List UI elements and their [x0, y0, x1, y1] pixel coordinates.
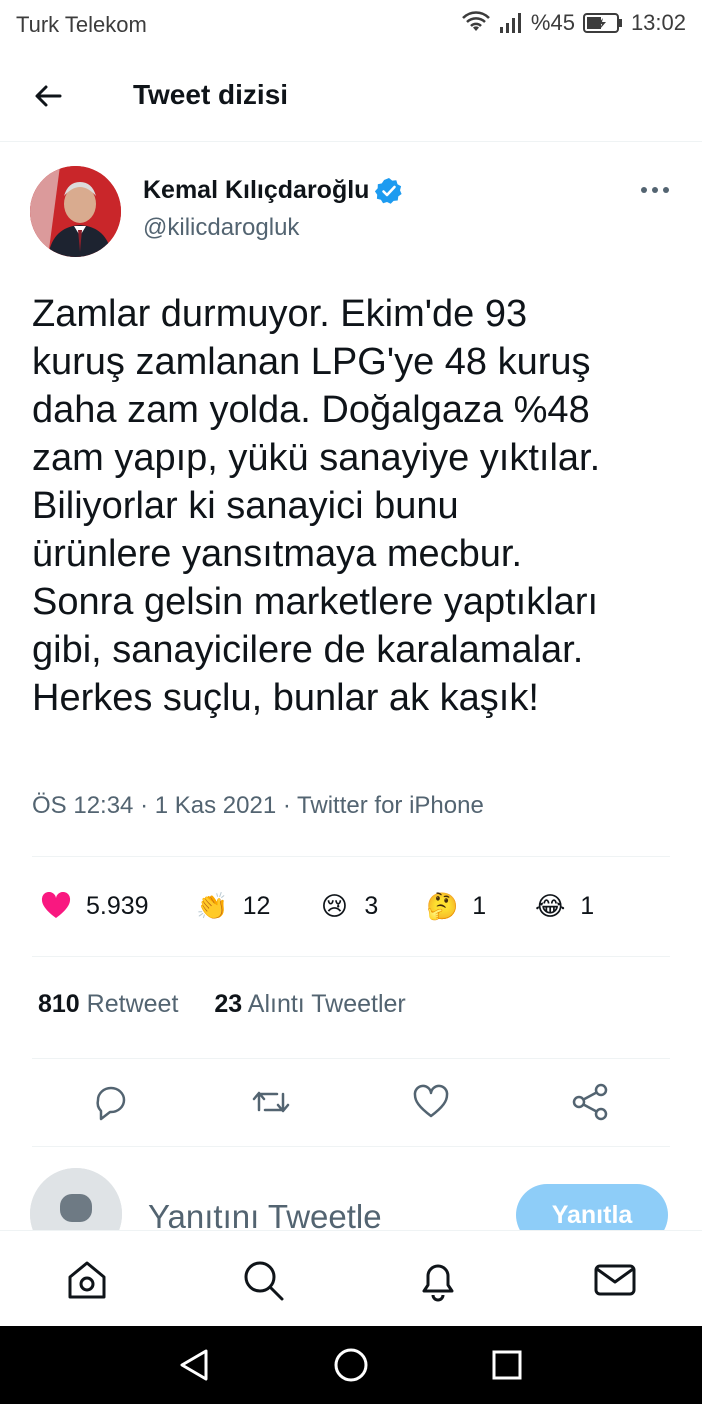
mail-icon: [594, 1264, 636, 1296]
clock: 13:02: [630, 10, 686, 35]
arrow-left-icon: [35, 85, 62, 107]
divider: [32, 1058, 670, 1059]
tweet-actions: [0, 1080, 702, 1128]
retweet-stat[interactable]: 810 Retweet: [38, 990, 178, 1019]
more-options-button[interactable]: [640, 180, 670, 200]
reply-input[interactable]: Yanıtını Tweetle: [148, 1198, 382, 1230]
more-horizontal-icon: [641, 187, 669, 193]
status-indicators: %45 13:02: [461, 10, 686, 36]
tweet-stats: 810 Retweet 23 Alıntı Tweetler: [38, 990, 406, 1019]
search-icon: [244, 1261, 284, 1301]
header: Tweet dizisi: [0, 50, 702, 142]
reply-composer: Yanıtını Tweetle Yanıtla: [0, 1146, 702, 1230]
nav-messages[interactable]: [592, 1257, 638, 1303]
bottom-navigation: [0, 1230, 702, 1326]
comment-icon: [96, 1086, 126, 1121]
reaction-heart[interactable]: 5.939: [40, 890, 149, 922]
battery-percent: %45: [530, 10, 575, 35]
system-home-button[interactable]: [332, 1346, 370, 1384]
reaction-count: 5.939: [86, 891, 149, 920]
retweet-count: 810: [38, 990, 80, 1018]
retweet-icon: [252, 1091, 290, 1113]
tweet-text: Zamlar durmuyor. Ekim'de 93 kuruş zamlan…: [32, 293, 601, 719]
retweet-button[interactable]: [249, 1080, 293, 1124]
like-button[interactable]: [409, 1080, 453, 1124]
clapping-hands-icon: 👏: [196, 891, 229, 921]
author-handle[interactable]: @kilicdarogluk: [143, 214, 299, 242]
back-button[interactable]: [30, 78, 66, 114]
carrier-name: Turk Telekom: [16, 12, 147, 37]
system-back-button[interactable]: [176, 1346, 214, 1384]
signal-icon: [499, 12, 523, 34]
bell-icon: [422, 1264, 454, 1302]
home-icon: [68, 1261, 106, 1299]
heart-icon: [40, 890, 72, 922]
reaction-count: 3: [364, 891, 379, 920]
system-recents-button[interactable]: [488, 1346, 526, 1384]
reaction-count: 12: [242, 891, 271, 920]
status-bar: Turk Telekom %45 13:02: [0, 0, 702, 50]
nav-notifications[interactable]: [415, 1257, 461, 1303]
tweet-meta: ÖS 12:34 · 1 Kas 2021 · Twitter for iPho…: [32, 792, 484, 819]
reaction-count: 1: [472, 891, 487, 920]
reply-submit-button[interactable]: Yanıtla: [516, 1184, 668, 1230]
circle-home-icon: [334, 1348, 368, 1382]
crying-face-icon: 😢: [320, 891, 348, 921]
share-icon: [572, 1083, 608, 1121]
laughing-face-icon: 😂: [534, 891, 566, 921]
quote-count: 23: [214, 990, 243, 1018]
reply-button[interactable]: [90, 1080, 134, 1124]
author-name[interactable]: Kemal Kılıçdaroğlu: [143, 176, 403, 205]
thinking-face-icon: 🤔: [426, 891, 459, 921]
battery-icon: [582, 12, 623, 34]
reactions-row[interactable]: 5.939 👏 12 😢 3 🤔 1 😂 1: [40, 886, 642, 926]
reaction-crying[interactable]: 😢 3: [318, 890, 378, 922]
avatar[interactable]: [30, 166, 121, 257]
nav-home[interactable]: [64, 1257, 110, 1303]
heart-icon: [413, 1084, 449, 1118]
retweet-label: Retweet: [86, 990, 179, 1018]
triangle-back-icon: [180, 1349, 208, 1381]
reaction-clap[interactable]: 👏 12: [196, 890, 271, 922]
share-button[interactable]: [569, 1080, 613, 1124]
reaction-thinking[interactable]: 🤔 1: [426, 890, 486, 922]
page-title: Tweet dizisi: [133, 79, 289, 110]
reaction-count: 1: [580, 891, 595, 920]
divider: [32, 856, 670, 857]
tweet-author: Kemal Kılıçdaroğlu @kilicdarogluk: [30, 166, 670, 258]
system-navigation-bar: [0, 1326, 702, 1404]
divider: [32, 956, 670, 957]
author-name-text: Kemal Kılıçdaroğlu: [143, 176, 370, 204]
avatar[interactable]: [30, 1168, 122, 1230]
nav-search[interactable]: [240, 1257, 286, 1303]
quote-stat[interactable]: 23 Alıntı Tweetler: [214, 990, 405, 1019]
square-recents-icon: [492, 1350, 522, 1380]
reaction-laughing[interactable]: 😂 1: [534, 890, 594, 922]
quote-label: Alıntı Tweetler: [247, 990, 406, 1018]
wifi-icon: [461, 11, 491, 35]
verified-badge-icon: [375, 177, 403, 204]
